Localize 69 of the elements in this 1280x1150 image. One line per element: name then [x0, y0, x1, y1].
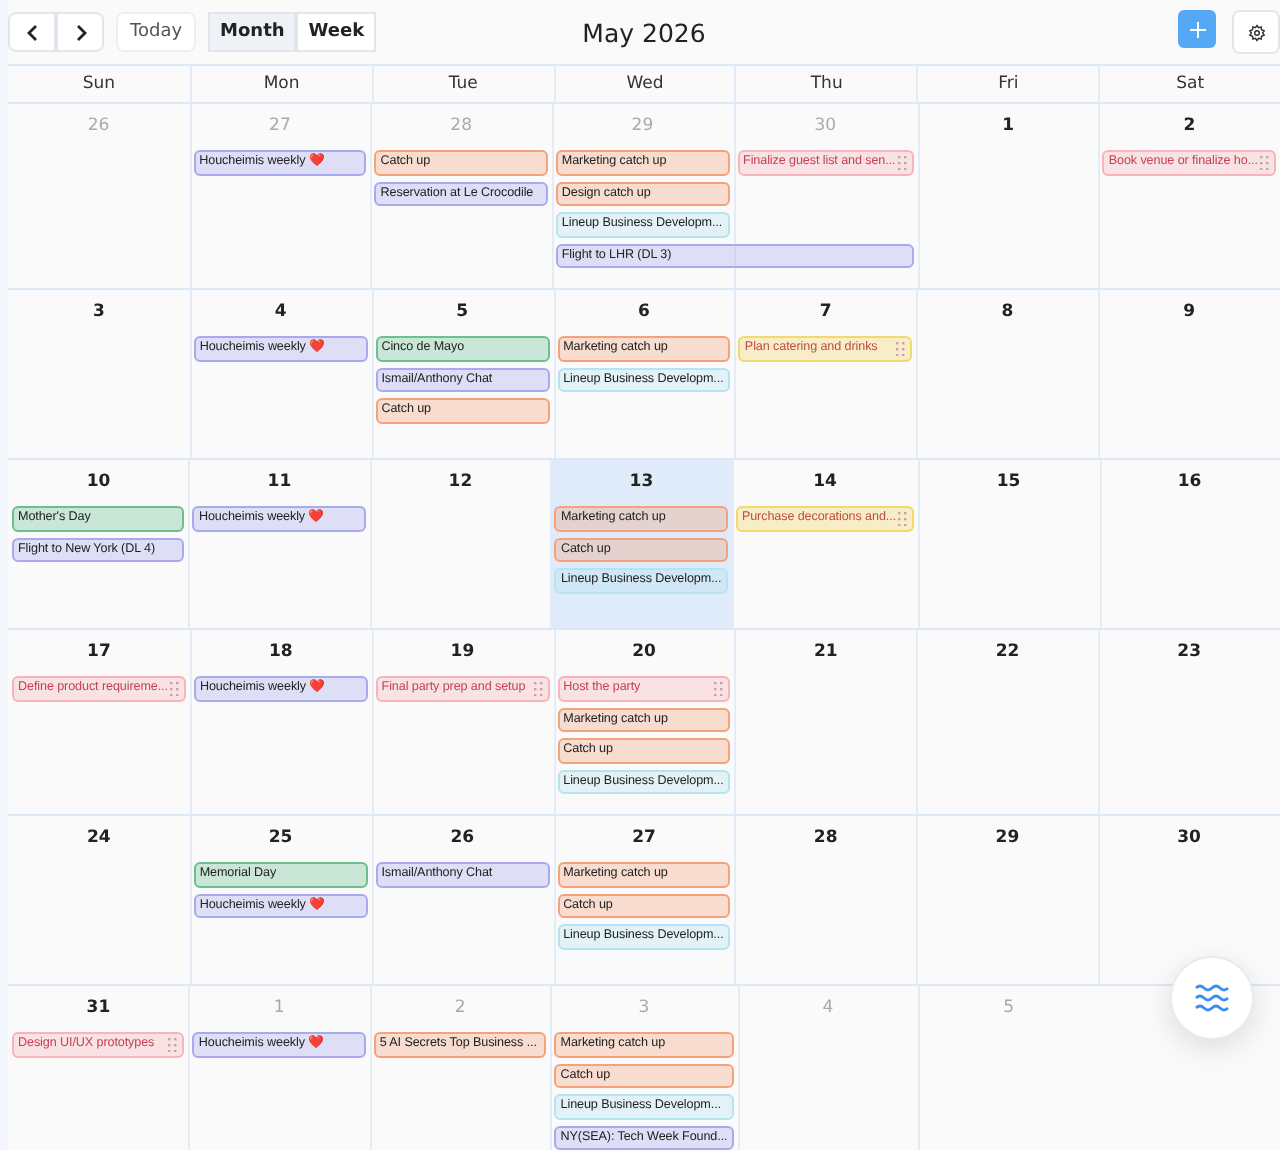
day-number: 1 [273, 998, 285, 1018]
weekday-label: Sun [82, 74, 115, 94]
day-number: 18 [268, 642, 293, 662]
day-number: 2 [454, 998, 466, 1018]
drag-handle-icon[interactable] [896, 341, 907, 356]
day-number: 15 [996, 472, 1021, 492]
day-number: 3 [92, 302, 105, 322]
drag-handle-icon[interactable] [169, 681, 180, 696]
day-number: 30 [814, 116, 837, 136]
day-number: 28 [450, 116, 472, 136]
day-number: 10 [86, 472, 111, 492]
day-number: 26 [450, 828, 475, 848]
day-number: 24 [87, 828, 111, 848]
drag-handle-icon[interactable] [168, 1037, 179, 1052]
today-button[interactable]: Today [116, 12, 197, 52]
day-number: 27 [632, 828, 656, 848]
drag-handle-icon[interactable] [714, 681, 725, 696]
weekday-label: Sat [1176, 74, 1205, 94]
day-number: 7 [819, 302, 832, 322]
day-number: 20 [632, 642, 656, 662]
weekday-label: Thu [810, 74, 843, 94]
weekday-label: Wed [626, 74, 664, 94]
day-number: 19 [450, 642, 475, 662]
settings-icon [1247, 23, 1265, 41]
day-number: 2 [1183, 116, 1196, 136]
view-tab[interactable]: Week [296, 12, 377, 52]
next-button[interactable] [56, 12, 104, 52]
month-title: May 2026 [582, 17, 706, 47]
settings-button[interactable] [1232, 10, 1280, 54]
previous-button[interactable] [8, 12, 56, 52]
day-number: 11 [267, 472, 292, 492]
day-number: 9 [1183, 302, 1196, 322]
day-number: 17 [87, 642, 111, 662]
chevron-left-icon [25, 23, 39, 41]
drag-handle-icon[interactable] [533, 681, 544, 696]
day-number: 27 [269, 116, 291, 136]
day-number: 25 [268, 828, 293, 848]
drag-handle-icon[interactable] [1260, 155, 1270, 170]
day-number: 31 [86, 998, 111, 1018]
day-number: 3 [638, 998, 650, 1018]
day-number: 14 [813, 472, 837, 492]
day-number: 13 [629, 472, 654, 492]
day-number: 5 [1003, 998, 1015, 1018]
day-number: 12 [448, 472, 473, 492]
add-button[interactable] [1178, 10, 1216, 48]
day-number: 4 [822, 998, 834, 1018]
day-number: 6 [638, 302, 650, 322]
day-number: 26 [87, 116, 110, 136]
day-number: 30 [1177, 828, 1201, 848]
weekday-label: Mon [263, 74, 300, 94]
day-number: 5 [456, 302, 469, 322]
plus-icon [1189, 21, 1205, 37]
day-number: 28 [813, 828, 838, 848]
waves-icon [1194, 984, 1230, 1012]
weekday-label: Tue [448, 74, 478, 94]
day-number: 22 [995, 642, 1020, 662]
day-number: 16 [1177, 472, 1202, 492]
day-number: 29 [995, 828, 1020, 848]
chevron-right-icon [73, 23, 87, 41]
day-number: 23 [1177, 642, 1201, 662]
drag-handle-icon[interactable] [898, 511, 909, 526]
day-number: 21 [813, 642, 838, 662]
view-tab[interactable]: Month [208, 12, 297, 52]
day-number: 8 [1001, 302, 1014, 322]
weekday-label: Fri [998, 74, 1019, 94]
drag-handle-icon[interactable] [897, 155, 908, 170]
day-number: 1 [1002, 116, 1014, 136]
day-number: 4 [274, 302, 287, 322]
day-number: 29 [631, 116, 654, 136]
